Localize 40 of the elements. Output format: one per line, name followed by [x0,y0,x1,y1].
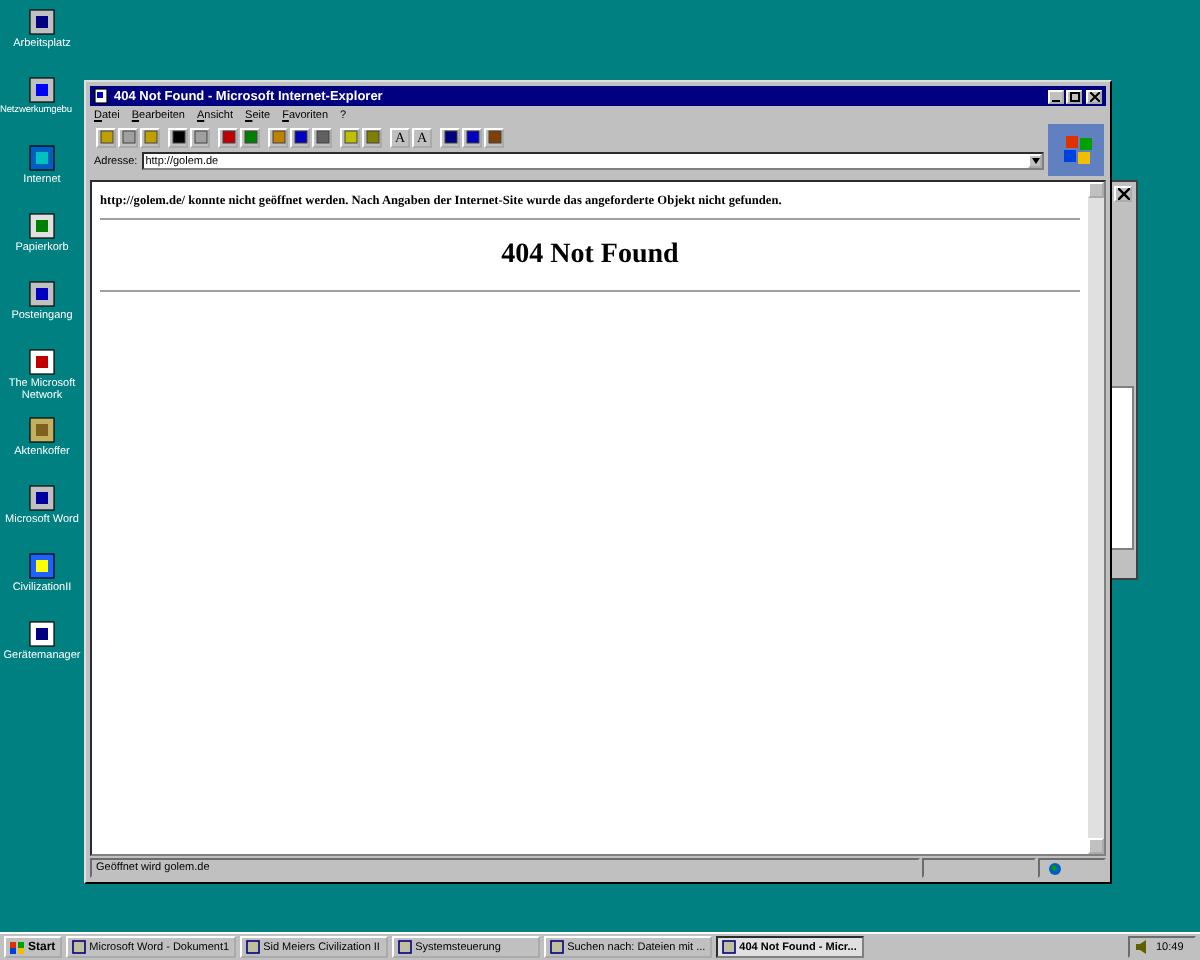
close-button[interactable] [1114,186,1132,202]
desktop-icon[interactable] [28,280,56,308]
desktop-icon[interactable] [28,348,56,376]
desktop-icon[interactable] [28,8,56,36]
desktop-icon[interactable] [28,552,56,580]
windows-flag-icon [10,941,24,953]
desktop-icon[interactable] [28,212,56,240]
desktop-icon[interactable] [28,416,56,444]
maximize-icon [1069,91,1079,101]
toolbar-button[interactable] [440,127,460,147]
desktop-icon[interactable] [28,144,56,172]
toolbar-button[interactable] [240,127,260,147]
desktop-icon[interactable] [28,620,56,648]
minimize-icon [1052,99,1060,101]
page-icon [94,88,108,104]
app-icon [397,940,412,954]
app-icon [245,940,260,954]
dropdown-button[interactable] [1028,154,1042,168]
close-icon [1117,188,1129,200]
caret-icon [1031,158,1039,164]
page-heading: 404 Not Found [499,240,681,272]
app-icon [721,940,736,954]
globe-icon [1048,861,1062,875]
toolbar-button[interactable] [218,127,238,147]
speaker-icon[interactable] [1136,940,1148,954]
minimize-button[interactable] [1048,89,1064,103]
desktop-icon[interactable] [28,76,56,104]
app-icon [71,940,86,954]
app-icon [549,940,564,954]
toolbar-button[interactable] [362,127,382,147]
close-button[interactable] [1086,89,1102,103]
toolbar-button[interactable] [462,127,482,147]
toolbar-button[interactable] [312,127,332,147]
windows-logo [1048,124,1104,176]
maximize-button[interactable] [1066,89,1082,103]
desktop-icon[interactable] [28,484,56,512]
toolbar-button[interactable] [290,127,310,147]
toolbar-button[interactable] [168,127,188,147]
close-icon [1089,91,1099,101]
toolbar-button[interactable] [484,127,504,147]
